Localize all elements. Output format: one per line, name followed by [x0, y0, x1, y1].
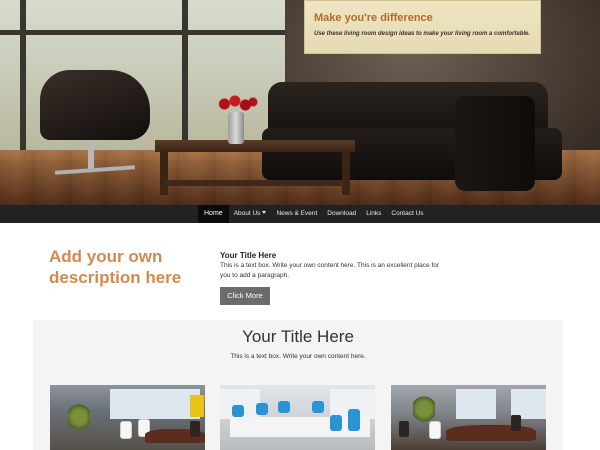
flowers-image — [216, 94, 258, 114]
nav-item-label: News & Event — [276, 210, 318, 217]
click-more-button[interactable]: Click More — [220, 287, 270, 305]
section-text: This is a text box. Write your own conte… — [230, 353, 366, 360]
nav-item-about-us[interactable]: About Us — [229, 205, 272, 223]
content-section: Your Title Here This is a text box. Writ… — [33, 320, 563, 450]
conference-room-image-3[interactable] — [391, 385, 546, 450]
nav-item-label: Home — [204, 210, 223, 217]
promo-subtitle: Use these living room design ideas to ma… — [314, 31, 531, 37]
text-box-body: This is a text box. Write your own conte… — [220, 262, 440, 279]
conference-room-image-1[interactable] — [50, 385, 205, 450]
nav-item-news-event[interactable]: News & Event — [271, 205, 322, 223]
nav-item-label: Download — [327, 210, 357, 217]
nav-item-label: Links — [366, 210, 382, 217]
main-navbar: Home About Us News & Event Download Link… — [0, 205, 600, 223]
nav-item-download[interactable]: Download — [322, 205, 361, 223]
nav-item-label: Contact Us — [391, 210, 424, 217]
vase-image — [228, 112, 244, 144]
lounge-chair-image — [40, 70, 150, 140]
promo-box: Make you're difference Use these living … — [304, 0, 541, 54]
nav-item-label: About Us — [233, 210, 261, 217]
section-title: Your Title Here — [242, 327, 354, 346]
caret-down-icon — [262, 210, 267, 214]
text-box-title: Your Title Here — [220, 251, 277, 260]
conference-room-image-2[interactable] — [220, 385, 375, 450]
nav-menu: Home About Us News & Event Download Link… — [198, 205, 429, 223]
coffee-table-image — [155, 140, 355, 152]
nav-item-contact-us[interactable]: Contact Us — [386, 205, 428, 223]
promo-title: Make you're difference — [314, 12, 433, 24]
hero-banner: Make you're difference Use these living … — [0, 0, 600, 205]
nav-item-links[interactable]: Links — [361, 205, 386, 223]
nav-item-home[interactable]: Home — [198, 205, 229, 223]
intro-heading: Add your own description here — [49, 247, 182, 287]
